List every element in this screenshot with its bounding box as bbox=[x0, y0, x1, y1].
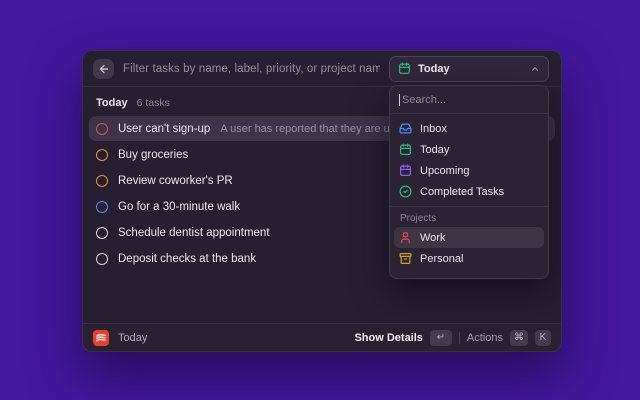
views-group: Inbox Today Upcoming Completed Tasks bbox=[390, 114, 548, 206]
dropdown-item-project-personal[interactable]: Personal bbox=[394, 248, 544, 269]
task-checkbox[interactable] bbox=[96, 227, 108, 239]
calendar-icon bbox=[398, 62, 411, 75]
dropdown-item-label: Work bbox=[420, 232, 445, 244]
back-button[interactable] bbox=[93, 59, 114, 79]
command-key-badge: ⌘ bbox=[510, 330, 528, 346]
show-details-action[interactable]: Show Details bbox=[354, 332, 422, 344]
text-caret bbox=[399, 94, 400, 106]
arrow-left-icon bbox=[98, 63, 110, 75]
dropdown-item-label: Personal bbox=[420, 253, 463, 265]
archive-icon bbox=[399, 252, 412, 265]
return-key-badge: ↵ bbox=[430, 330, 452, 346]
projects-section-label: Projects bbox=[390, 207, 548, 227]
statusbar: Today Show Details ↵ Actions ⌘ K bbox=[83, 323, 561, 351]
statusbar-actions: Show Details ↵ Actions ⌘ K bbox=[354, 330, 551, 346]
calendar-icon bbox=[399, 164, 412, 177]
k-key-badge: K bbox=[535, 330, 551, 346]
task-checkbox[interactable] bbox=[96, 123, 108, 135]
dropdown-item-inbox[interactable]: Inbox bbox=[394, 118, 544, 139]
todoist-logo-icon bbox=[93, 330, 109, 346]
section-count: 6 tasks bbox=[137, 97, 170, 109]
task-checkbox[interactable] bbox=[96, 175, 108, 187]
view-selector-button[interactable]: Today bbox=[389, 56, 549, 82]
command-palette-window: Filter tasks by name, label, priority, o… bbox=[82, 50, 562, 352]
view-dropdown-panel: Search... Inbox Today Upcoming bbox=[389, 85, 549, 279]
statusbar-context: Today bbox=[118, 332, 147, 344]
divider bbox=[459, 332, 460, 344]
dropdown-item-label: Upcoming bbox=[420, 165, 470, 177]
projects-group: Work Personal bbox=[390, 227, 548, 273]
filter-input[interactable]: Filter tasks by name, label, priority, o… bbox=[123, 63, 380, 75]
dropdown-item-label: Today bbox=[420, 144, 449, 156]
task-checkbox[interactable] bbox=[96, 253, 108, 265]
task-title: User can't sign-up bbox=[118, 123, 210, 135]
dropdown-item-completed-tasks[interactable]: Completed Tasks bbox=[394, 181, 544, 202]
task-title: Schedule dentist appointment bbox=[118, 227, 270, 239]
view-selector-label: Today bbox=[418, 63, 450, 75]
section-title: Today bbox=[96, 97, 128, 109]
inbox-icon bbox=[399, 122, 412, 135]
dropdown-item-upcoming[interactable]: Upcoming bbox=[394, 160, 544, 181]
user-icon bbox=[399, 231, 412, 244]
circle-check-icon bbox=[399, 185, 412, 198]
task-title: Deposit checks at the bank bbox=[118, 253, 256, 265]
actions-menu-button[interactable]: Actions bbox=[467, 332, 503, 344]
calendar-icon bbox=[399, 143, 412, 156]
task-title: Buy groceries bbox=[118, 149, 188, 161]
chevron-up-icon bbox=[530, 64, 540, 74]
dropdown-item-label: Completed Tasks bbox=[420, 186, 504, 198]
task-title: Go for a 30-minute walk bbox=[118, 201, 240, 213]
dropdown-item-project-work[interactable]: Work bbox=[394, 227, 544, 248]
dropdown-search-input[interactable]: Search... bbox=[390, 86, 548, 113]
topbar: Filter tasks by name, label, priority, o… bbox=[83, 51, 561, 87]
dropdown-item-label: Inbox bbox=[420, 123, 447, 135]
task-checkbox[interactable] bbox=[96, 201, 108, 213]
task-checkbox[interactable] bbox=[96, 149, 108, 161]
task-title: Review coworker's PR bbox=[118, 175, 233, 187]
dropdown-search-placeholder: Search... bbox=[402, 94, 446, 106]
dropdown-item-today[interactable]: Today bbox=[394, 139, 544, 160]
